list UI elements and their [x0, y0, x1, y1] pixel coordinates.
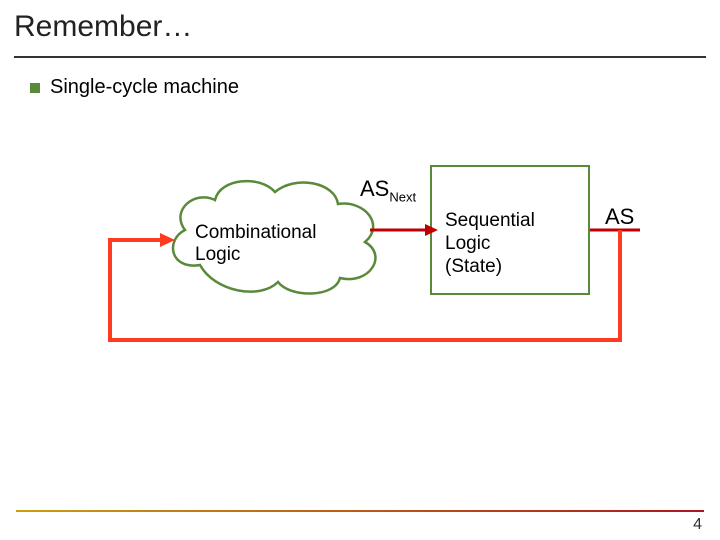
footer-rule [16, 510, 704, 512]
bullet-text: Single-cycle machine [50, 76, 239, 99]
page-number: 4 [693, 516, 702, 534]
page-title: Remember… [14, 10, 706, 44]
title-wrap: Remember… [0, 0, 720, 50]
bullet-row: Single-cycle machine [0, 58, 720, 99]
diagram: ASNext Combinational Logic Sequential Lo… [60, 160, 660, 380]
signal-as-next-sub: Next [389, 189, 416, 204]
feedback-path [100, 220, 640, 360]
bullet-marker-icon [30, 83, 40, 93]
slide: Remember… Single-cycle machine ASNext Co… [0, 0, 720, 540]
